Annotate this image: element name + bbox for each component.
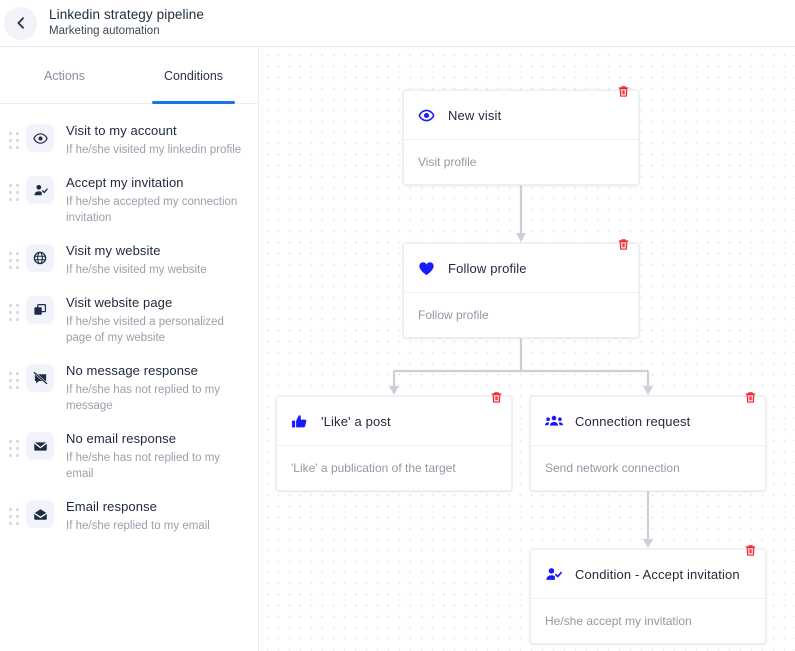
drag-handle-icon[interactable] [6, 294, 22, 322]
drag-handle-icon[interactable] [6, 242, 22, 270]
flow-node-header: New visit [404, 91, 638, 140]
flow-node-body: He/she accept my invitation [531, 599, 765, 643]
sidebar-item-description: If he/she replied to my email [66, 520, 210, 532]
trash-icon [490, 391, 503, 404]
sidebar-item-title: Visit my website [66, 243, 161, 258]
flow-node-body: Send network connection [531, 446, 765, 490]
thumbs-up-icon [291, 413, 313, 430]
people-icon [545, 412, 567, 430]
flow-node-title: Connection request [575, 413, 691, 429]
delete-node-button[interactable] [742, 389, 758, 405]
sidebar-item-email-response[interactable]: Email response If he/she replied to my e… [0, 490, 258, 542]
flow-node-title: Follow profile [448, 260, 527, 276]
sidebar-item-description: If he/she visited my linkedin profile [66, 144, 242, 156]
eye-icon [26, 124, 54, 152]
sidebar-item-title: Visit to my account [66, 123, 177, 138]
delete-node-button[interactable] [615, 236, 631, 252]
flow-node-body-text: Send network connection [545, 461, 680, 475]
envelope-icon [26, 432, 54, 460]
trash-icon [744, 544, 757, 557]
conditions-list: Visit to my account If he/she visited my… [0, 104, 258, 542]
page-subtitle: Marketing automation [49, 25, 160, 37]
flow-node-connection-request[interactable]: Connection request Send network connecti… [530, 391, 766, 491]
flow-canvas-inner: New visit Visit profile Follow profile F… [260, 47, 795, 651]
flow-node-title: Condition - Accept invitation [575, 566, 740, 582]
back-button[interactable] [4, 6, 37, 40]
drag-handle-icon[interactable] [6, 430, 22, 458]
page-title-group: Linkedin strategy pipeline Marketing aut… [49, 7, 204, 39]
sidebar-item-title: No email response [66, 431, 177, 446]
sidebar-item-accept-my-invitation[interactable]: Accept my invitation If he/she accepted … [0, 166, 258, 234]
page-title: Linkedin strategy pipeline [49, 7, 204, 22]
flow-node-body: Visit profile [404, 140, 638, 184]
tab-actions-label: Actions [44, 68, 85, 83]
trash-icon [744, 391, 757, 404]
workflow-builder-page: Linkedin strategy pipeline Marketing aut… [0, 0, 795, 651]
sidebar-item-text: Visit website page If he/she visited a p… [66, 294, 244, 346]
flow-node-like-a-post[interactable]: 'Like' a post 'Like' a publication of th… [276, 391, 512, 491]
heart-icon [418, 260, 440, 277]
sidebar-item-description: If he/she visited a personalized page of… [66, 316, 224, 344]
top-bar: Linkedin strategy pipeline Marketing aut… [0, 0, 795, 47]
flow-node-title: New visit [448, 107, 502, 123]
drag-handle-icon[interactable] [6, 498, 22, 526]
sidebar-item-visit-website-page[interactable]: Visit website page If he/she visited a p… [0, 286, 258, 354]
sidebar-item-text: Accept my invitation If he/she accepted … [66, 174, 244, 226]
sidebar-item-description: If he/she accepted my connection invitat… [66, 196, 238, 224]
message-off-icon [26, 364, 54, 392]
sidebar-item-title: No message response [66, 363, 198, 378]
sidebar-item-text: No message response If he/she has not re… [66, 362, 244, 414]
delete-node-button[interactable] [488, 389, 504, 405]
flow-node-body: Follow profile [404, 293, 638, 337]
flow-node-body-text: He/she accept my invitation [545, 614, 692, 628]
eye-icon [418, 107, 440, 124]
tab-conditions[interactable]: Conditions [129, 47, 258, 104]
sidebar-item-description: If he/she visited my website [66, 264, 207, 276]
sidebar-item-text: Email response If he/she replied to my e… [66, 498, 244, 534]
flow-node-body: 'Like' a publication of the target [277, 446, 511, 490]
flow-node-new-visit[interactable]: New visit Visit profile [403, 85, 639, 185]
drag-handle-icon[interactable] [6, 174, 22, 202]
trash-icon [617, 238, 630, 251]
flow-node-header: Follow profile [404, 244, 638, 293]
flow-node-header: Condition - Accept invitation [531, 550, 765, 599]
sidebar-tabs: Actions Conditions [0, 47, 258, 104]
flow-canvas[interactable]: New visit Visit profile Follow profile F… [260, 47, 795, 651]
drag-handle-icon[interactable] [6, 362, 22, 390]
sidebar-item-visit-to-my-account[interactable]: Visit to my account If he/she visited my… [0, 114, 258, 166]
drag-handle-icon[interactable] [6, 122, 22, 150]
delete-node-button[interactable] [742, 542, 758, 558]
delete-node-button[interactable] [615, 83, 631, 99]
tab-actions[interactable]: Actions [0, 47, 129, 104]
tab-conditions-label: Conditions [163, 68, 224, 83]
trash-icon [617, 85, 630, 98]
sidebar-item-description: If he/she has not replied to my message [66, 384, 221, 412]
flow-node-header: 'Like' a post [277, 397, 511, 446]
sidebar-item-title: Visit website page [66, 295, 173, 310]
flow-node-body-text: 'Like' a publication of the target [291, 461, 456, 475]
sidebar-item-no-email-response[interactable]: No email response If he/she has not repl… [0, 422, 258, 490]
sidebar-item-description: If he/she has not replied to my email [66, 452, 221, 480]
flow-node-body-text: Visit profile [418, 155, 477, 169]
flow-node-follow-profile[interactable]: Follow profile Follow profile [403, 238, 639, 338]
sidebar-item-text: Visit to my account If he/she visited my… [66, 122, 244, 158]
sidebar-item-text: No email response If he/she has not repl… [66, 430, 244, 482]
flow-node-body-text: Follow profile [418, 308, 489, 322]
flow-node-condition-accept-invitation[interactable]: Condition - Accept invitation He/she acc… [530, 544, 766, 644]
envelope-open-icon [26, 500, 54, 528]
globe-icon [26, 244, 54, 272]
flow-node-title: 'Like' a post [321, 413, 391, 429]
sidebar: Actions Conditions Visit to my account I… [0, 47, 259, 651]
flow-node-header: Connection request [531, 397, 765, 446]
sidebar-item-visit-my-website[interactable]: Visit my website If he/she visited my we… [0, 234, 258, 286]
sidebar-item-title: Accept my invitation [66, 175, 184, 190]
chevron-left-icon [14, 16, 28, 30]
sidebar-item-text: Visit my website If he/she visited my we… [66, 242, 244, 278]
person-check-icon [26, 176, 54, 204]
sidebar-item-no-message-response[interactable]: No message response If he/she has not re… [0, 354, 258, 422]
pages-icon [26, 296, 54, 324]
person-check-icon [545, 566, 567, 583]
sidebar-item-title: Email response [66, 499, 157, 514]
